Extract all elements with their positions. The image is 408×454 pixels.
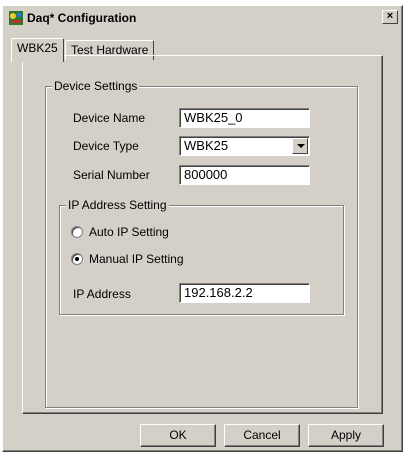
ok-button[interactable]: OK <box>140 424 216 447</box>
tab-label: WBK25 <box>17 41 58 55</box>
auto-ip-radio[interactable] <box>71 226 83 238</box>
device-type-value: WBK25 <box>184 138 229 153</box>
device-name-label: Device Name <box>73 111 146 125</box>
auto-ip-label[interactable]: Auto IP Setting <box>89 225 169 239</box>
ip-address-field[interactable]: 192.168.2.2 <box>179 283 310 303</box>
serial-number-field[interactable]: 800000 <box>179 165 310 185</box>
radio-selected-dot <box>75 257 79 261</box>
apply-button[interactable]: Apply <box>308 424 384 447</box>
manual-ip-radio[interactable] <box>71 253 83 265</box>
tab-wbk25[interactable]: WBK25 <box>11 38 64 62</box>
close-icon: × <box>386 10 394 22</box>
window-title: Daq* Configuration <box>27 11 137 25</box>
title-bar[interactable]: Daq* Configuration × <box>5 8 400 28</box>
cancel-button[interactable]: Cancel <box>224 424 300 447</box>
ip-address-legend: IP Address Setting <box>66 198 169 212</box>
close-button[interactable]: × <box>382 10 398 24</box>
cancel-label: Cancel <box>243 428 281 442</box>
manual-ip-label[interactable]: Manual IP Setting <box>89 252 184 266</box>
device-settings-legend: Device Settings <box>52 79 140 93</box>
device-type-select[interactable]: WBK25 <box>179 136 310 156</box>
device-name-field[interactable]: WBK25_0 <box>179 108 310 128</box>
chevron-down-icon <box>297 144 305 148</box>
ip-address-value: 192.168.2.2 <box>184 285 253 300</box>
device-type-label: Device Type <box>73 139 139 153</box>
dropdown-button[interactable] <box>292 138 308 154</box>
ok-label: OK <box>169 428 187 442</box>
serial-number-label: Serial Number <box>73 168 150 182</box>
device-name-value: WBK25_0 <box>184 110 243 125</box>
ip-address-label: IP Address <box>73 287 131 301</box>
serial-number-value: 800000 <box>184 167 228 182</box>
daq-app-icon <box>9 11 23 25</box>
apply-label: Apply <box>330 428 362 442</box>
